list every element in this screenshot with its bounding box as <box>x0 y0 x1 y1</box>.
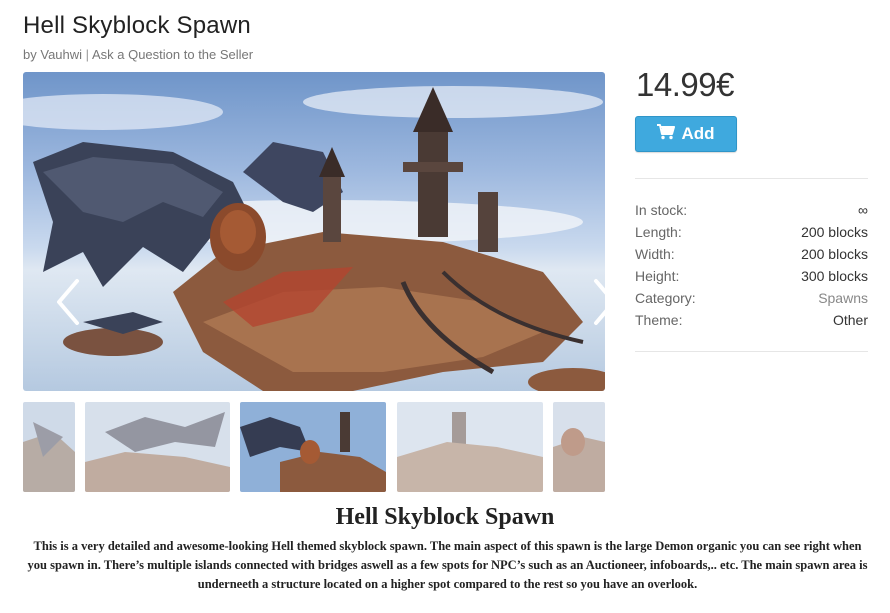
description-heading: Hell Skyblock Spawn <box>335 504 555 530</box>
description-body: This is a very detailed and awesome-look… <box>27 539 868 591</box>
byline: by Vauhwi | Ask a Question to the Seller <box>23 47 253 62</box>
thumbnail-2[interactable] <box>85 402 230 492</box>
add-to-cart-button[interactable]: Add <box>635 116 737 152</box>
divider-bottom <box>635 351 868 352</box>
spec-label: Theme: <box>635 312 683 328</box>
spec-label: Length: <box>635 224 682 240</box>
add-button-label: Add <box>681 124 715 143</box>
byline-separator: | <box>85 47 90 62</box>
chevron-right-icon <box>594 279 605 325</box>
spec-row-stock: In stock: ∞ <box>635 199 868 221</box>
category-link[interactable]: Spawns <box>818 287 868 309</box>
spec-value: 200 blocks <box>801 224 868 240</box>
spec-row-theme: Theme: Other <box>635 309 868 331</box>
spec-label: Width: <box>635 246 675 262</box>
ask-seller-link[interactable]: Ask a Question to the Seller <box>92 47 253 62</box>
page-title: Hell Skyblock Spawn <box>23 12 251 39</box>
thumbnail-4[interactable] <box>397 402 543 492</box>
thumbnail-strip <box>23 402 605 492</box>
thumbnail-5[interactable] <box>553 402 605 492</box>
divider-top <box>635 178 868 179</box>
spec-row-height: Height: 300 blocks <box>635 265 868 287</box>
spec-value: Other <box>832 312 868 328</box>
shopping-cart-icon <box>657 123 676 145</box>
thumbnail-3[interactable] <box>240 402 386 492</box>
spec-value: ∞ <box>858 202 868 218</box>
by-prefix: by <box>23 47 37 62</box>
spec-value: 300 blocks <box>801 268 868 284</box>
product-price: 14.99€ <box>636 66 734 103</box>
spec-row-length: Length: 200 blocks <box>635 221 868 243</box>
spec-label: Height: <box>635 268 680 284</box>
spec-label: In stock: <box>635 202 688 218</box>
chevron-left-icon <box>57 279 79 325</box>
spec-row-width: Width: 200 blocks <box>635 243 868 265</box>
carousel-prev-button[interactable] <box>53 277 83 327</box>
carousel-next-button[interactable] <box>590 277 605 327</box>
product-specs: In stock: ∞ Length: 200 blocks Width: 20… <box>635 199 868 331</box>
spec-label: Category: <box>635 290 696 306</box>
thumbnail-1[interactable] <box>23 402 75 492</box>
author-link[interactable]: Vauhwi <box>40 47 82 62</box>
spec-value: 200 blocks <box>801 246 868 262</box>
main-product-image <box>23 72 605 391</box>
spec-row-category: Category: Spawns <box>635 287 868 309</box>
